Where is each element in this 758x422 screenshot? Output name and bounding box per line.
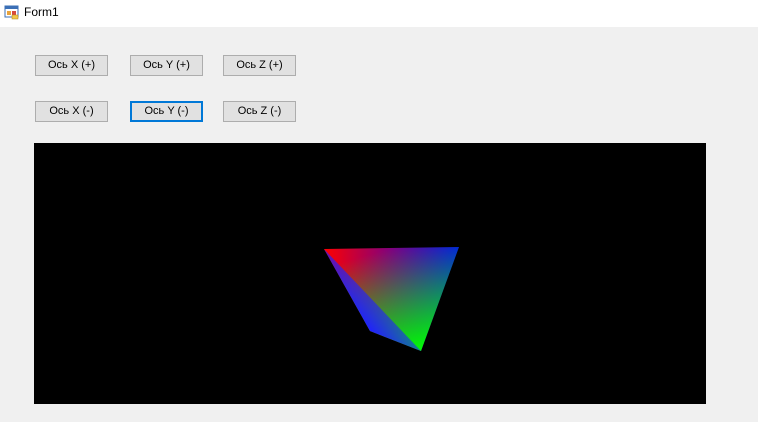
tetrahedron-render <box>324 247 459 351</box>
axis-y-plus-button[interactable]: Ось Y (+) <box>130 55 203 76</box>
axis-y-minus-button[interactable]: Ось Y (-) <box>130 101 203 122</box>
axis-x-minus-button[interactable]: Ось X (-) <box>35 101 108 122</box>
window-title: Form1 <box>24 5 59 19</box>
render-viewport <box>34 143 706 404</box>
axis-z-plus-button[interactable]: Ось Z (+) <box>223 55 296 76</box>
axis-z-minus-button[interactable]: Ось Z (-) <box>223 101 296 122</box>
title-bar[interactable]: Form1 <box>0 0 758 27</box>
axis-x-plus-button[interactable]: Ось X (+) <box>35 55 108 76</box>
winforms-app-icon[interactable] <box>4 4 20 20</box>
